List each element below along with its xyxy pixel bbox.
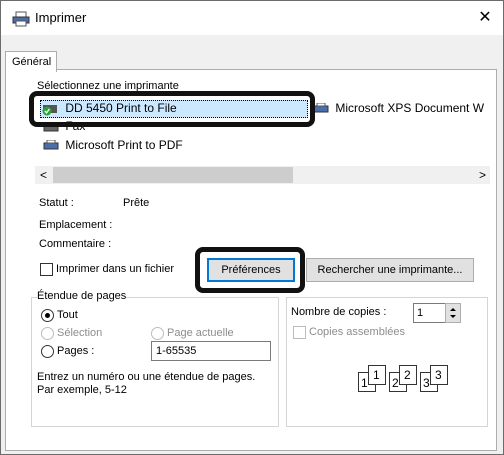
highlight-box — [29, 91, 315, 127]
spinner-arrows-icon — [450, 308, 456, 318]
comment-label: Commentaire : — [39, 238, 112, 250]
collate-number: 1 — [373, 368, 380, 382]
range-help-line2: Par exemple, 5-12 — [37, 384, 127, 396]
range-pages-radio[interactable] — [41, 345, 54, 358]
scroll-left-arrow[interactable]: < — [40, 168, 47, 182]
collate-number: 3 — [423, 376, 430, 390]
location-label: Emplacement : — [39, 219, 113, 231]
highlight-box — [195, 247, 305, 293]
horizontal-scrollbar[interactable]: < > — [35, 166, 490, 184]
copies-input[interactable] — [413, 303, 449, 323]
page-range-label: Étendue de pages — [37, 290, 127, 302]
collate-number: 2 — [392, 376, 399, 390]
copies-label: Nombre de copies : — [291, 306, 387, 318]
printer-icon — [43, 138, 65, 152]
range-selection-radio[interactable] — [41, 327, 54, 340]
range-selection-label: Sélection — [57, 327, 103, 339]
title-bar: Imprimer ✕ — [1, 1, 503, 35]
copies-spinner[interactable] — [445, 303, 461, 323]
range-pages-label: Pages : — [57, 345, 95, 357]
status-label: Statut : — [39, 197, 74, 209]
printer-item-pdf[interactable]: Microsoft Print to PDF — [43, 138, 183, 152]
window-title: Imprimer — [35, 10, 87, 25]
printer-item-xps[interactable]: Microsoft XPS Document W — [313, 101, 484, 115]
range-current-label: Page actuelle — [167, 327, 234, 339]
print-to-file-label: Imprimer dans un fichier — [56, 263, 174, 275]
find-printer-button[interactable]: Rechercher une imprimante... — [306, 258, 474, 282]
status-value: Prête — [123, 197, 150, 209]
collate-number: 2 — [404, 368, 411, 382]
printer-name: Microsoft Print to PDF — [65, 138, 183, 152]
scroll-right-arrow[interactable]: > — [479, 168, 486, 182]
tab-general[interactable]: Général — [5, 51, 57, 72]
range-all-label: Tout — [57, 309, 78, 321]
printer-icon — [12, 11, 30, 27]
print-to-file-checkbox[interactable] — [40, 263, 53, 276]
printer-icon — [313, 101, 335, 115]
scroll-thumb[interactable] — [53, 167, 293, 183]
print-dialog: Imprimer ✕ Général Sélectionnez une impr… — [0, 0, 504, 455]
collate-number: 1 — [361, 376, 368, 390]
tab-general-label: Général — [12, 56, 52, 68]
collate-checkbox[interactable] — [293, 326, 306, 339]
pages-input[interactable] — [151, 341, 271, 361]
printer-name: Microsoft XPS Document W — [335, 101, 485, 115]
close-button[interactable]: ✕ — [471, 5, 499, 31]
range-all-radio[interactable] — [41, 309, 54, 322]
collate-label: Copies assemblées — [309, 326, 405, 338]
range-help-line1: Entrez un numéro ou une étendue de pages… — [37, 371, 256, 383]
collate-number: 3 — [435, 368, 442, 382]
range-current-radio[interactable] — [151, 327, 164, 340]
